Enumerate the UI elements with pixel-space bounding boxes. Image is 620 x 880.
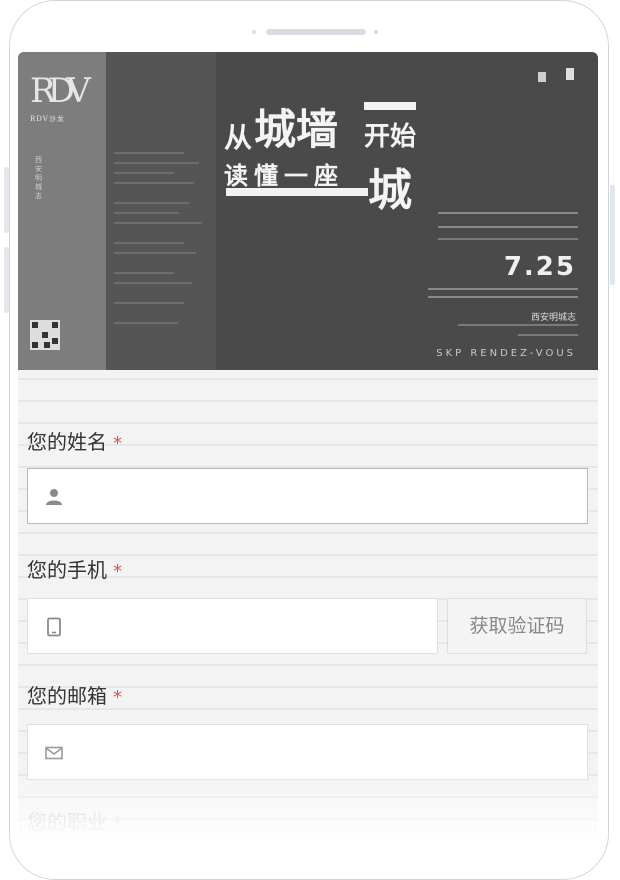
event-poster: RDV RDV沙龙 西安明城志 从 城墙 开始 读懂一座 城 7.25 西安明城…: [18, 52, 598, 370]
user-icon: [46, 489, 62, 505]
phone-speaker: [252, 29, 380, 35]
required-mark: *: [113, 687, 122, 708]
poster-title-2b: 城: [368, 165, 412, 216]
poster-small-logo: [538, 72, 546, 82]
phone-screen: RDV RDV沙龙 西安明城志 从 城墙 开始 读懂一座 城 7.25 西安明城…: [18, 52, 598, 842]
required-mark: *: [113, 813, 122, 834]
poster-tagline: SKP RENDEZ-VOUS: [436, 348, 576, 359]
rdv-logo: RDV RDV沙龙: [30, 71, 91, 123]
volume-button: [4, 247, 9, 313]
poster-vertical-text: 西安明城志: [35, 156, 42, 200]
get-code-button[interactable]: 获取验证码: [447, 598, 587, 654]
registration-form: 您的姓名 * 您的手机 * 获取验证码 您的邮箱 * 您的职业 *: [18, 370, 598, 842]
poster-title-2a: 读懂一座: [224, 161, 344, 190]
poster-title-1a: 从: [224, 121, 253, 154]
email-input[interactable]: [27, 724, 588, 780]
poster-pill: [226, 188, 368, 196]
phone-icon: [47, 617, 61, 637]
required-mark: *: [113, 561, 122, 582]
required-mark: *: [113, 433, 122, 454]
event-name: 西安明城志: [530, 313, 576, 323]
poster-title-1c: 开始: [364, 122, 417, 152]
event-date: 7.25: [503, 252, 576, 282]
name-input[interactable]: [27, 468, 588, 524]
qr-code: [30, 320, 60, 350]
poster-small-logo: [566, 68, 574, 80]
power-button: [610, 185, 615, 285]
job-label: 您的职业 *: [27, 810, 122, 834]
name-label: 您的姓名 *: [27, 430, 122, 454]
phone-input[interactable]: [27, 598, 438, 654]
volume-button: [4, 167, 9, 233]
phone-label: 您的手机 *: [27, 558, 122, 582]
poster-title-1b: 城墙: [254, 105, 339, 154]
email-label: 您的邮箱 *: [27, 684, 122, 708]
poster-pill: [364, 102, 416, 110]
mail-icon: [45, 746, 63, 760]
